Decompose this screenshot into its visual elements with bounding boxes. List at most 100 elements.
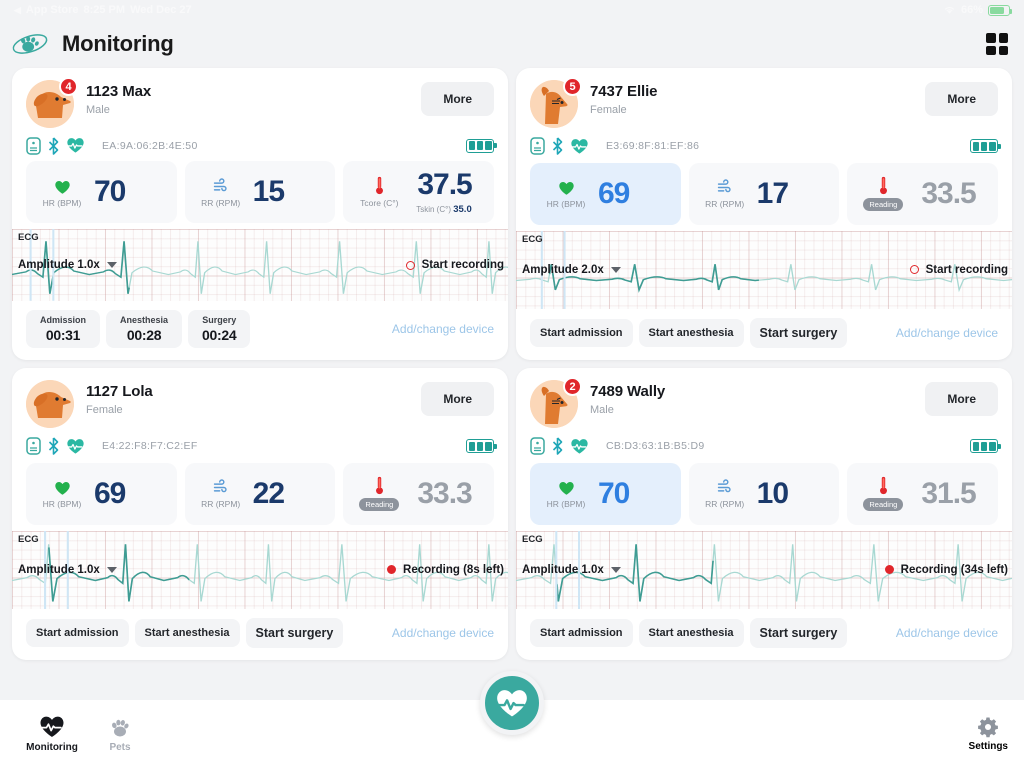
start-monitoring-fab[interactable] [480, 671, 544, 735]
vital-hr[interactable]: HR (BPM) 70 [530, 462, 681, 525]
ecg-amplitude-label: Amplitude 1.0x [522, 563, 604, 576]
vital-temp-left: Tcore (C°) [353, 176, 405, 208]
bluetooth-icon [48, 137, 59, 155]
wind-icon [213, 479, 227, 493]
grid-view-icon[interactable] [986, 33, 1008, 55]
vital-hr[interactable]: HR (BPM) 69 [530, 162, 681, 225]
vital-rr[interactable]: RR (RPM) 10 [688, 462, 840, 525]
vital-rr-label: RR (RPM) [201, 197, 241, 208]
wind-icon [717, 479, 731, 493]
timer-chip[interactable]: Surgery 00:24 [188, 310, 251, 348]
monitor-device-icon [26, 136, 41, 155]
vital-temp-label: Reading [863, 197, 904, 211]
avatar[interactable]: 5 [530, 77, 582, 128]
action-button-start anesthesia[interactable]: Start anesthesia [638, 319, 744, 347]
timer-chip[interactable]: Admission 00:31 [26, 310, 101, 348]
action-button-start anesthesia[interactable]: Start anesthesia [638, 619, 744, 647]
add-change-device-link[interactable]: Add/change device [392, 322, 494, 336]
paw-icon [112, 719, 129, 737]
alert-badge: 4 [59, 77, 78, 96]
heart-icon [54, 482, 70, 496]
vital-rr[interactable]: RR (RPM) 17 [688, 162, 840, 225]
add-change-device-link[interactable]: Add/change device [392, 626, 494, 640]
avatar[interactable]: 2 [530, 377, 582, 428]
ecg-waveform[interactable]: ECG Amplitude 1.0x Recording (34s left) [516, 530, 1012, 609]
action-button-start admission[interactable]: Start admission [530, 319, 633, 347]
action-button-start admission[interactable]: Start admission [26, 619, 129, 647]
monitor-device-icon [530, 137, 545, 156]
device-row: E3:69:8F:81:EF:86 [516, 128, 1012, 157]
pet-sex: Female [590, 104, 627, 116]
tab-settings[interactable]: Settings [969, 716, 1008, 752]
add-change-device-link[interactable]: Add/change device [896, 626, 998, 640]
timer-chip[interactable]: Anesthesia 00:28 [106, 310, 183, 348]
more-button[interactable]: More [925, 82, 998, 116]
monitoring-card[interactable]: 1127 Lola Female More E4:22:F8:F7:C2:EF … [12, 368, 508, 660]
app-header: Monitoring [0, 20, 1024, 68]
more-button[interactable]: More [925, 382, 998, 416]
action-button-start anesthesia[interactable]: Start anesthesia [134, 619, 240, 647]
ecg-waveform[interactable]: ECG Amplitude 2.0x Start recording [516, 230, 1012, 309]
action-button-start admission[interactable]: Start admission [530, 619, 633, 647]
more-button[interactable]: More [421, 82, 494, 116]
ecg-amplitude-select[interactable]: Amplitude 1.0x [18, 259, 117, 271]
action-button-start surgery[interactable]: Start surgery [245, 618, 344, 648]
status-battery-percent: 66% [960, 4, 983, 16]
monitoring-card[interactable]: 2 7489 Wally Male More CB:D3:63:1B:B5:D9 [516, 368, 1012, 660]
ecg-amplitude-select[interactable]: Amplitude 2.0x [522, 264, 621, 276]
monitoring-cards-grid: 4 1123 Max Male More EA:9A:06:2B:4E:50 H… [0, 68, 1024, 660]
vital-hr-label: HR (BPM) [546, 199, 586, 210]
heart-icon [54, 478, 71, 496]
vital-temperature[interactable]: Tcore (C°) 37.5 Tskin (C°) 35.0 [343, 161, 495, 224]
vital-hr[interactable]: HR (BPM) 69 [26, 462, 177, 525]
thermometer-icon [879, 176, 888, 195]
monitoring-card[interactable]: 5 7437 Ellie Female More E3:69:8F:81:EF:… [516, 68, 1012, 360]
pet-name: 7437 Ellie [590, 83, 658, 100]
avatar[interactable]: 4 [26, 77, 78, 128]
ecg-amplitude-label: Amplitude 1.0x [18, 563, 100, 576]
ecg-amplitude-select[interactable]: Amplitude 1.0x [522, 564, 621, 576]
ecg-waveform[interactable]: ECG Amplitude 1.0x Recording (8s left) [12, 530, 508, 609]
vital-temperature[interactable]: Reading 33.3 [343, 462, 495, 525]
ecg-record-control[interactable]: Start recording [405, 259, 504, 271]
wind-icon [717, 179, 731, 193]
tab-pets-label: Pets [109, 742, 131, 753]
device-row: EA:9A:06:2B:4E:50 [12, 128, 508, 155]
alert-badge: 2 [563, 377, 582, 396]
action-button-start surgery[interactable]: Start surgery [749, 318, 848, 348]
monitoring-card[interactable]: 4 1123 Max Male More EA:9A:06:2B:4E:50 H… [12, 68, 508, 360]
tab-monitoring[interactable]: Monitoring [18, 715, 86, 753]
avatar[interactable] [26, 380, 74, 428]
more-button[interactable]: More [421, 382, 494, 416]
ecg-amplitude-label: Amplitude 2.0x [522, 263, 604, 276]
ecg-record-control[interactable]: Recording (34s left) [884, 564, 1008, 576]
add-change-device-link[interactable]: Add/change device [896, 326, 998, 340]
pet-info: 1123 Max Male [86, 80, 151, 116]
vital-temp-sub-value: 35.0 [453, 203, 472, 215]
ecg-record-control[interactable]: Start recording [909, 264, 1008, 276]
action-button-start surgery[interactable]: Start surgery [749, 618, 848, 648]
timer-value: 00:31 [45, 327, 81, 343]
vital-rr-left: RR (RPM) [195, 177, 247, 208]
vital-rr-label: RR (RPM) [201, 499, 241, 510]
vital-temperature[interactable]: Reading 31.5 [847, 462, 999, 525]
vital-temperature[interactable]: Reading 33.5 [847, 162, 999, 225]
ecg-record-control[interactable]: Recording (8s left) [387, 564, 504, 576]
device-battery-icon [466, 439, 497, 454]
ecg-waveform[interactable]: ECG Amplitude 1.0x Start recording [12, 229, 508, 301]
ecg-amplitude-select[interactable]: Amplitude 1.0x [18, 564, 117, 576]
vital-rr[interactable]: RR (RPM) 15 [184, 161, 336, 224]
bluetooth-icon [552, 437, 563, 456]
heart-pulse-icon [66, 137, 85, 154]
vital-temp-values: 37.5 Tskin (C°) 35.0 [411, 169, 473, 215]
ecg-title: ECG [522, 233, 543, 245]
pet-name: 7489 Wally [590, 383, 666, 400]
tab-pets[interactable]: Pets [86, 715, 154, 753]
card-header: 4 1123 Max Male More [12, 68, 508, 128]
device-battery-icon [970, 139, 1001, 154]
vital-rr[interactable]: RR (RPM) 22 [184, 462, 336, 525]
vital-temp-label: Reading [359, 497, 400, 511]
vital-hr[interactable]: HR (BPM) 70 [26, 161, 177, 224]
monitor-device-icon [26, 437, 41, 456]
bluetooth-icon [48, 137, 59, 155]
